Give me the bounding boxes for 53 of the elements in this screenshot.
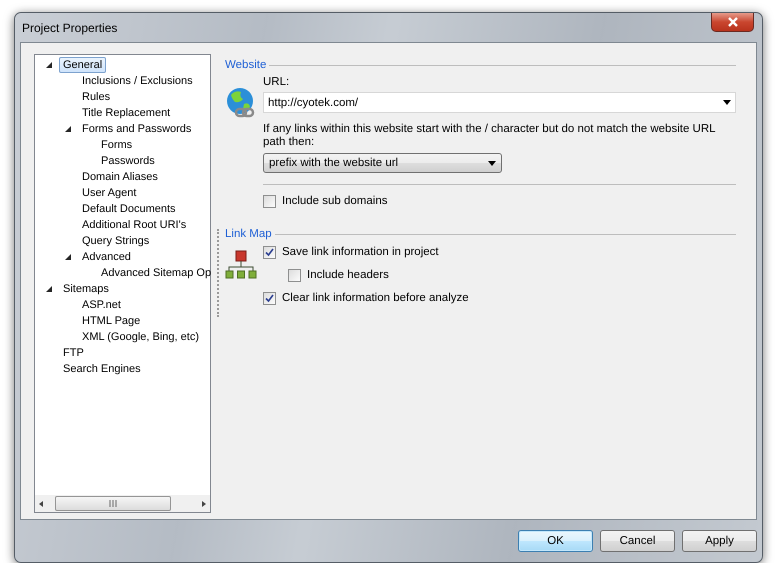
tree-item[interactable]: Additional Root URI's — [78, 217, 190, 233]
close-icon — [726, 17, 738, 27]
expanded-arrow-icon[interactable] — [64, 125, 72, 133]
checkbox[interactable] — [263, 194, 276, 208]
close-button[interactable] — [711, 13, 754, 32]
tree-item[interactable]: Default Documents — [78, 201, 180, 217]
tree-item[interactable]: General — [59, 57, 106, 73]
tree-item[interactable]: ASP.net — [78, 297, 125, 313]
globe-chain-icon — [225, 87, 257, 119]
tree-item[interactable]: Search Engines — [59, 361, 145, 377]
window-title: Project Properties — [22, 20, 118, 34]
checkbox-label: Include headers — [307, 268, 389, 282]
tree-item[interactable]: HTML Page — [78, 313, 144, 329]
tree-item[interactable]: Rules — [78, 89, 114, 105]
tree-item[interactable]: FTP — [59, 345, 88, 361]
dialog-button[interactable]: Cancel — [600, 530, 675, 552]
checkbox[interactable] — [288, 268, 301, 282]
tree-item[interactable]: Advanced Sitemap Op — [97, 265, 216, 281]
checkbox-label: Clear link information before analyze — [282, 291, 469, 305]
dialog-button[interactable]: OK — [518, 530, 593, 552]
tree-item[interactable]: Sitemaps — [59, 281, 113, 297]
scroll-left-icon[interactable] — [37, 500, 45, 508]
tree-item[interactable]: Query Strings — [78, 233, 154, 249]
expanded-arrow-icon[interactable] — [45, 285, 53, 293]
section-heading: Website — [225, 59, 266, 71]
tree-item[interactable]: User Agent — [78, 185, 140, 201]
checkbox-label: Include sub domains — [282, 194, 388, 208]
tree-item[interactable]: Passwords — [97, 153, 159, 169]
tree-item[interactable]: Forms and Passwords — [78, 121, 196, 137]
checkbox[interactable] — [263, 246, 276, 258]
tree-item[interactable]: Forms — [97, 137, 136, 153]
url-combo-box[interactable]: http://cyotek.com/ — [263, 92, 736, 113]
tree-item[interactable]: Advanced — [78, 249, 135, 265]
tree-item[interactable]: Domain Aliases — [78, 169, 162, 185]
expanded-arrow-icon[interactable] — [64, 253, 72, 261]
expanded-arrow-icon[interactable] — [45, 61, 53, 69]
url-label: URL: — [263, 75, 290, 89]
check-icon — [265, 294, 274, 302]
action-dropdown[interactable]: prefix with the website url — [263, 153, 502, 173]
tree-item[interactable]: XML (Google, Bing, etc) — [78, 329, 203, 345]
scroll-right-icon[interactable] — [200, 500, 208, 508]
grip-icon — [109, 500, 117, 507]
tree-item[interactable]: Inclusions / Exclusions — [78, 73, 197, 89]
checkbox-label: Save link information in project — [282, 245, 439, 259]
checkbox[interactable] — [263, 292, 276, 304]
dropdown-arrow-icon — [488, 160, 496, 166]
section-heading: Link Map — [225, 228, 272, 240]
instruction-text: If any links within this website start with the / character but do not match the website URL path then: — [263, 123, 716, 149]
dropdown-arrow-icon — [723, 100, 731, 105]
check-icon — [265, 248, 274, 256]
horizontal-scrollbar[interactable] — [35, 494, 210, 512]
tree-item[interactable]: Title Replacement — [78, 105, 174, 121]
dialog-button[interactable]: Apply — [682, 530, 757, 552]
